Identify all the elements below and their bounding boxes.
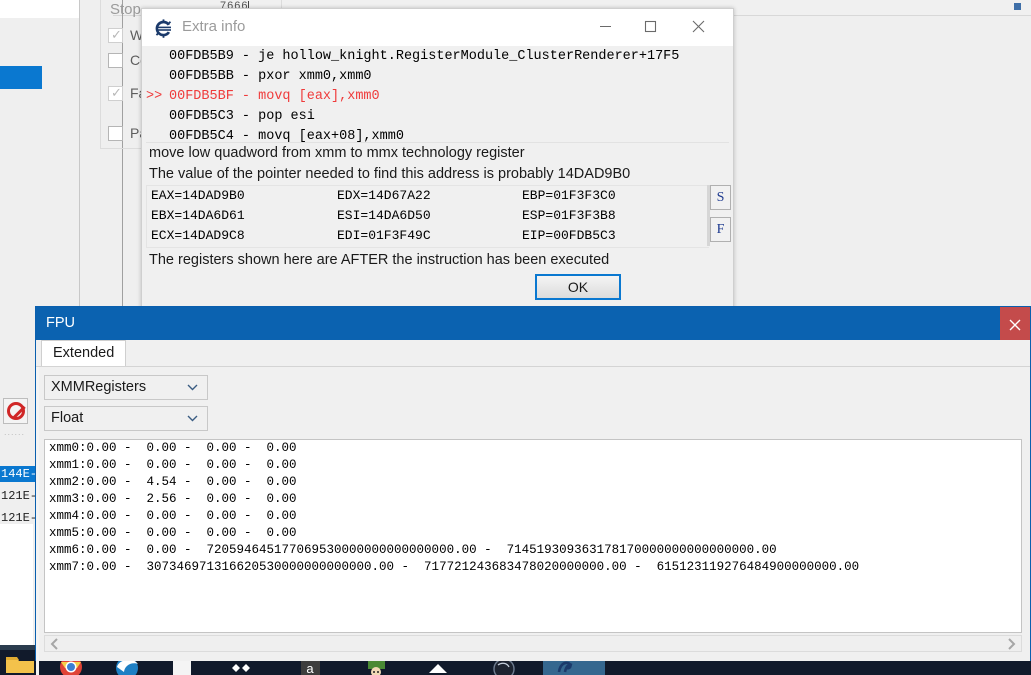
dialog-body: 00FDB5B9 - je hollow_knight.RegisterModu… xyxy=(142,46,733,311)
disassembly-row-text: 00FDB5B9 - je hollow_knight.RegisterModu… xyxy=(169,49,679,64)
fpu-close-button[interactable] xyxy=(1000,307,1030,340)
svg-text:a: a xyxy=(306,661,314,675)
checkbox-pause[interactable] xyxy=(108,126,123,141)
xmm-register-row: xmm2:0.00 - 4.54 - 0.00 - 0.00 xyxy=(45,474,1021,491)
current-instruction-marker: >> xyxy=(146,87,169,107)
chevron-left-icon[interactable] xyxy=(50,638,60,652)
maximize-icon xyxy=(644,20,657,33)
chevron-right-icon[interactable] xyxy=(1006,638,1016,652)
register-ebp: EBP=01F3F3C0 xyxy=(522,186,616,206)
background-indicator-dot xyxy=(1014,3,1021,10)
disassembly-row[interactable]: 00FDB5B9 - je hollow_knight.RegisterModu… xyxy=(146,47,729,67)
fpu-horizontal-scrollbar[interactable] xyxy=(44,635,1022,652)
cheat-engine-logo-icon xyxy=(154,19,173,38)
checkbox-copy[interactable] xyxy=(108,53,123,68)
dialog-title: Extra info xyxy=(182,18,245,35)
register-eip: EIP=00FDB5C3 xyxy=(522,226,616,246)
chevron-down-icon xyxy=(186,407,199,438)
fpu-window-title: FPU xyxy=(46,315,75,331)
xmm-register-row: xmm1:0.00 - 0.00 - 0.00 - 0.00 xyxy=(45,457,1021,474)
xmm-register-row: xmm0:0.00 - 0.00 - 0.00 - 0.00 xyxy=(45,440,1021,457)
close-button[interactable] xyxy=(676,9,721,39)
xmm-register-row: xmm4:0.00 - 0.00 - 0.00 - 0.00 xyxy=(45,508,1021,525)
check-mark-icon: ✓ xyxy=(111,27,122,43)
disassembly-row-text: 00FDB5C3 - pop esi xyxy=(169,109,315,124)
registers-note: The registers shown here are AFTER the i… xyxy=(149,252,609,268)
register-ebx: EBX=14DA6D61 xyxy=(151,206,245,226)
background-selected-row[interactable] xyxy=(0,66,42,89)
minimize-button[interactable] xyxy=(583,9,628,39)
toolbar-grip: ...... xyxy=(4,427,25,437)
stop-scan-button[interactable] xyxy=(3,398,28,424)
fpu-title-bar[interactable]: FPU xyxy=(36,307,1030,340)
register-edx: EDX=14D67A22 xyxy=(337,186,431,206)
chevron-down-icon xyxy=(186,376,199,407)
close-icon xyxy=(692,20,705,33)
display-format-dropdown[interactable]: Float xyxy=(44,406,208,431)
disassembly-row-current[interactable]: >>00FDB5BF - movq [eax],xmm0 xyxy=(146,87,729,107)
checkbox-write[interactable]: ✓ xyxy=(108,28,123,43)
register-set-value: XMMRegisters xyxy=(51,379,146,395)
description-line-1: move low quadword from xmm to mmx techno… xyxy=(146,143,729,164)
ok-button[interactable]: OK xyxy=(535,274,621,300)
register-row: EAX=14DAD9B0 EDX=14D67A22 EBP=01F3F3C0 xyxy=(147,186,709,206)
register-esi: ESI=14DA6D50 xyxy=(337,206,431,226)
disassembly-row[interactable]: 00FDB5BB - pxor xmm0,xmm0 xyxy=(146,67,729,87)
extra-info-dialog: Extra info 00FDB5B9 - je hollow_knight.R… xyxy=(141,8,734,313)
fpu-window: FPU Extended XMMRegisters Float xyxy=(35,306,1031,661)
address-text-2: 121E- xyxy=(1,489,37,503)
register-set-dropdown[interactable]: XMMRegisters xyxy=(44,375,208,400)
register-eax: EAX=14DAD9B0 xyxy=(151,186,245,206)
register-row: EBX=14DA6D61 ESI=14DA6D50 ESP=01F3F3B8 xyxy=(147,206,709,226)
xmm-register-row: xmm6:0.00 - 0.00 - 720594645177069530000… xyxy=(45,542,1021,559)
address-text-1: 144E- xyxy=(1,467,37,481)
register-ecx: ECX=14DAD9C8 xyxy=(151,226,245,246)
show-stack-button[interactable]: S xyxy=(710,185,731,210)
file-explorer-icon[interactable] xyxy=(3,652,37,675)
display-format-value: Float xyxy=(51,410,83,426)
disassembly-list[interactable]: 00FDB5B9 - je hollow_knight.RegisterModu… xyxy=(146,47,729,142)
disassembly-row-text: 00FDB5C4 - movq [eax+08],xmm0 xyxy=(169,129,404,142)
background-group-label: Stop xyxy=(110,1,141,18)
address-text-3: 121E- xyxy=(1,511,37,525)
minimize-icon xyxy=(599,20,612,33)
close-icon xyxy=(1009,319,1021,331)
xmm-register-row: xmm3:0.00 - 2.56 - 0.00 - 0.00 xyxy=(45,491,1021,508)
tab-extended[interactable]: Extended xyxy=(41,340,126,366)
check-mark-icon: ✓ xyxy=(111,85,122,101)
screen: 7666 Stop ✓ Wr Co ✓ Fas Pau ...... 144E-… xyxy=(0,0,1031,675)
register-panel: EAX=14DAD9B0 EDX=14D67A22 EBP=01F3F3C0 E… xyxy=(146,185,709,248)
xmm-register-row: xmm5:0.00 - 0.00 - 0.00 - 0.00 xyxy=(45,525,1021,542)
background-lower-white-strip xyxy=(0,524,33,645)
prohibited-icon xyxy=(7,402,25,420)
checkbox-fast[interactable]: ✓ xyxy=(108,86,123,101)
fpu-content: XMMRegisters Float xmm0:0.00 - 0.00 - 0.… xyxy=(36,367,1030,661)
background-white-strip xyxy=(0,0,80,18)
instruction-description: move low quadword from xmm to mmx techno… xyxy=(146,142,729,186)
register-side-buttons: S F xyxy=(710,185,731,246)
fpu-tab-strip: Extended xyxy=(36,340,1030,367)
dialog-title-bar[interactable]: Extra info xyxy=(142,9,733,46)
disassembly-row-text: 00FDB5BF - movq [eax],xmm0 xyxy=(169,89,380,104)
show-flags-button[interactable]: F xyxy=(710,217,731,242)
maximize-button[interactable] xyxy=(628,9,673,39)
description-line-2: The value of the pointer needed to find … xyxy=(146,164,729,185)
xmm-register-row: xmm7:0.00 - 3073469713166205300000000000… xyxy=(45,559,1021,576)
fpu-left-edge xyxy=(36,367,39,675)
register-esp: ESP=01F3F3B8 xyxy=(522,206,616,226)
register-row: ECX=14DAD9C8 EDI=01F3F49C EIP=00FDB5C3 xyxy=(147,226,709,246)
xmm-register-list[interactable]: xmm0:0.00 - 0.00 - 0.00 - 0.00 xmm1:0.00… xyxy=(44,439,1022,633)
register-edi: EDI=01F3F49C xyxy=(337,226,431,246)
disassembly-row[interactable]: 00FDB5C4 - movq [eax+08],xmm0 xyxy=(146,127,729,142)
disassembly-row-text: 00FDB5BB - pxor xmm0,xmm0 xyxy=(169,69,372,84)
disassembly-row[interactable]: 00FDB5C3 - pop esi xyxy=(146,107,729,127)
